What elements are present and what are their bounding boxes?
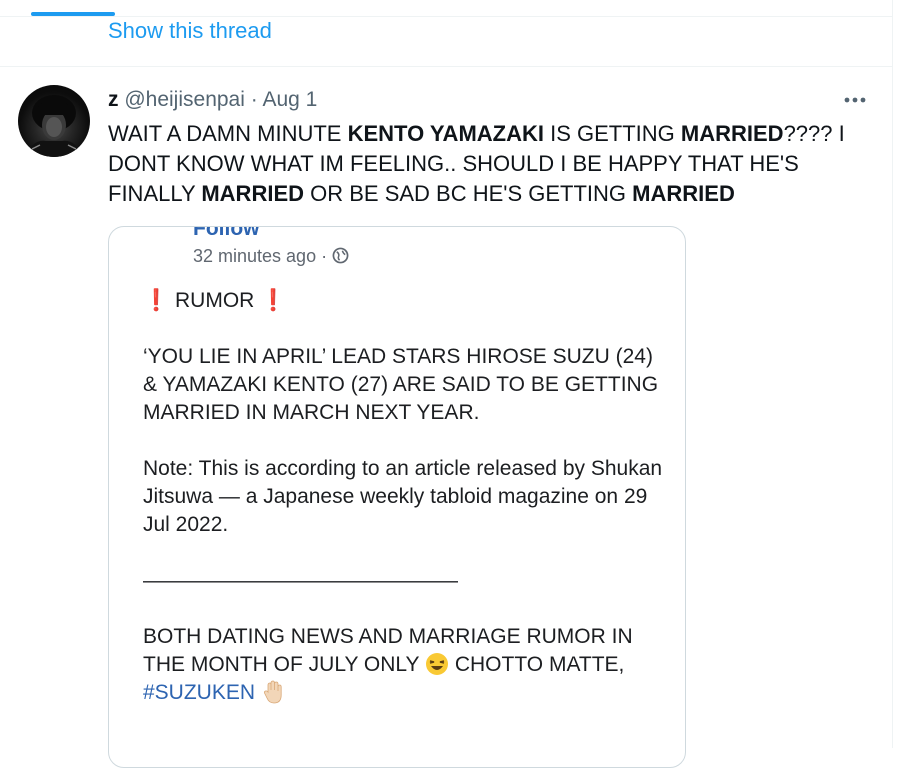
embedded-media-card[interactable]: Follow 32 minutes ago · ❗ RUMOR ❗ ‘YOU L… [108,226,686,768]
hashtag-line: #SUZUKEN [143,679,663,707]
show-thread-link[interactable]: Show this thread [108,18,272,44]
partially-visible-line [143,735,663,763]
globe-icon [332,247,349,269]
tweet-text-part: WAIT A DAMN MINUTE [108,121,348,146]
header-separator: · [250,88,258,111]
handle[interactable]: @heijisenpai [124,88,245,111]
divider [0,16,892,17]
tweet-text-bold: KENTO YAMAZAKI [347,121,544,146]
raised-hand-emoji [261,679,287,705]
time-ago: 32 minutes ago [193,246,317,266]
display-name[interactable]: z [108,88,119,111]
rumor-line: ❗ RUMOR ❗ [143,287,663,315]
exclamation-icon: ❗ [143,289,170,312]
hashtag-link[interactable]: #SUZUKEN [143,681,255,704]
tweet-text-part: OR BE SAD BC HE'S GETTING [304,181,633,206]
tweet-text-bold: MARRIED [680,121,784,146]
tweet-header: z @heijisenpai · Aug 1 [108,88,317,112]
post-headline: ‘YOU LIE IN APRIL’ LEAD STARS HIROSE SUZ… [143,345,659,424]
ellipsis-icon[interactable] [840,88,870,112]
post-footer: BOTH DATING NEWS AND MARRIAGE RUMOR IN T… [143,623,663,679]
exclamation-icon: ❗ [260,289,287,312]
post-divider: ——————————————— [143,569,458,592]
tweet-text-part: IS GETTING [543,121,681,146]
time-separator: · [321,246,328,266]
tweet-text-bold: MARRIED [632,181,735,206]
footer-text: CHOTTO MATTE, [454,653,625,676]
tweet-text: WAIT A DAMN MINUTE KENTO YAMAZAKI IS GET… [108,119,868,209]
rumor-label: RUMOR [175,289,255,312]
post-note: Note: This is according to an article re… [143,457,663,536]
divider [0,66,892,67]
laughing-face-emoji [425,652,449,676]
timeline-border [892,0,893,748]
tweet-date[interactable]: Aug 1 [262,88,317,111]
avatar-image [26,95,82,157]
avatar[interactable] [18,85,90,157]
post-timestamp: 32 minutes ago · [193,246,349,269]
tweet-text-bold: MARRIED [201,181,305,206]
follow-link[interactable]: Follow [193,227,260,241]
post-body: ❗ RUMOR ❗ ‘YOU LIE IN APRIL’ LEAD STARS … [143,287,663,763]
